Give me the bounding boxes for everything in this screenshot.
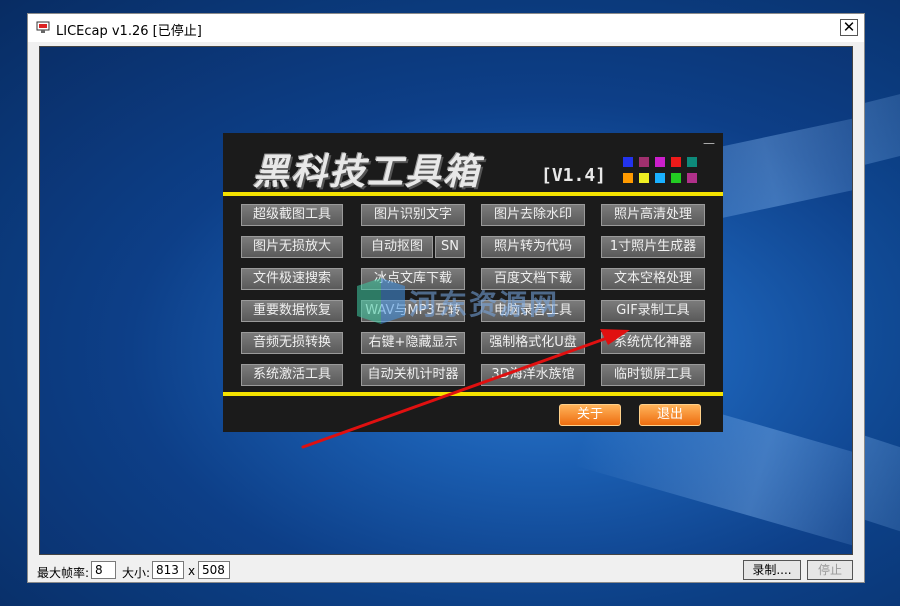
height-input[interactable]: 508 [198,561,230,579]
capture-area: — 黑科技工具箱 [V1.4] 超级截图工具 图片识别文字 图片去除水印 照片高… [39,46,853,555]
close-button[interactable]: ✕ [840,19,858,36]
licecap-app-icon [36,21,50,33]
fps-input[interactable]: 8 [91,561,116,579]
stop-button[interactable]: 停止 [807,560,853,580]
licecap-window: LICEcap v1.26 [已停止] ✕ — 黑科技工具箱 [V1.4] 超级… [27,13,865,583]
title-bar[interactable]: LICEcap v1.26 [已停止] ✕ [28,14,864,42]
desktop-background: LICEcap v1.26 [已停止] ✕ — 黑科技工具箱 [V1.4] 超级… [0,0,900,606]
record-button[interactable]: 录制.... [743,560,801,580]
red-arrow-annotation [301,329,630,449]
fps-label: 最大帧率: [37,566,90,580]
status-bar: 最大帧率: 8 大小: 813 x 508 录制.... 停止 [28,558,864,584]
size-label: 大小: [122,566,151,580]
width-input[interactable]: 813 [152,561,184,579]
size-x-label: x [188,564,196,578]
window-title: LICEcap v1.26 [已停止] [56,24,202,39]
